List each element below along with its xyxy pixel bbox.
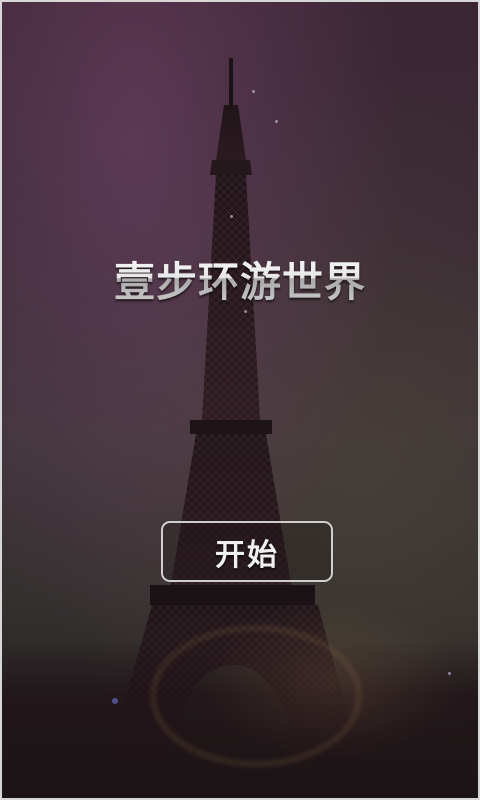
sparkle xyxy=(275,120,278,123)
sparkle xyxy=(244,310,247,313)
start-button-label: 开始 xyxy=(215,537,279,573)
city-skyline xyxy=(0,640,480,800)
sparkle xyxy=(448,672,451,675)
app-title: 壹步环游世界 xyxy=(0,248,480,308)
sparkle xyxy=(230,215,233,218)
start-button[interactable]: 开始 xyxy=(161,521,333,582)
sparkle xyxy=(112,698,118,704)
splash-screen: 壹步环游世界 开始 xyxy=(0,0,480,800)
sparkle xyxy=(252,90,255,93)
